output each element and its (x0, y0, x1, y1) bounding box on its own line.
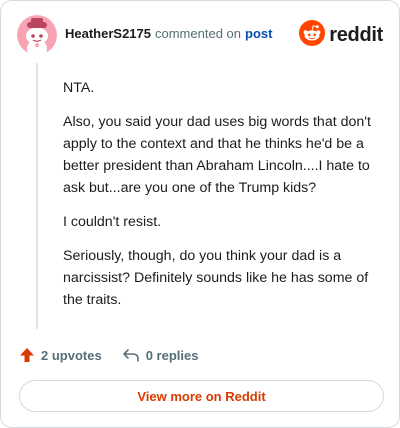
comment-paragraph: NTA. (63, 80, 95, 96)
view-more-button[interactable]: View more on Reddit (19, 380, 384, 412)
reddit-logo-text: reddit (329, 23, 383, 46)
reply-count: 0 replies (145, 347, 199, 363)
reddit-logo-icon (299, 19, 326, 51)
comment-paragraph: I couldn't resist. (63, 214, 162, 230)
thread-line (36, 63, 38, 329)
comment-actions: 2 upvotes 0 replies (19, 345, 198, 365)
post-link[interactable]: post (245, 26, 272, 41)
comment-body: NTA. Also, you said your dad uses big wo… (63, 77, 385, 323)
snoo-avatar-icon[interactable] (17, 15, 57, 55)
upvote-arrow-icon (20, 348, 34, 362)
reply-button[interactable]: 0 replies (122, 347, 199, 363)
username-link[interactable]: HeatherS2175 (65, 26, 151, 41)
upvote-count: 2 upvotes (41, 347, 102, 363)
reddit-logo[interactable]: reddit (299, 19, 383, 51)
reply-arrow-icon (122, 349, 139, 362)
comment-byline: HeatherS2175 commented on post (65, 26, 272, 41)
comment-paragraph: Seriously, though, do you think your dad… (63, 248, 369, 308)
commented-on-text: commented on (155, 26, 241, 41)
comment-embed-card: HeatherS2175 commented on post reddit NT… (0, 0, 400, 428)
comment-paragraph: Also, you said your dad uses big words t… (63, 114, 371, 196)
upvote-button[interactable]: 2 upvotes (19, 347, 102, 363)
comment-header: HeatherS2175 commented on post reddit (17, 15, 383, 55)
